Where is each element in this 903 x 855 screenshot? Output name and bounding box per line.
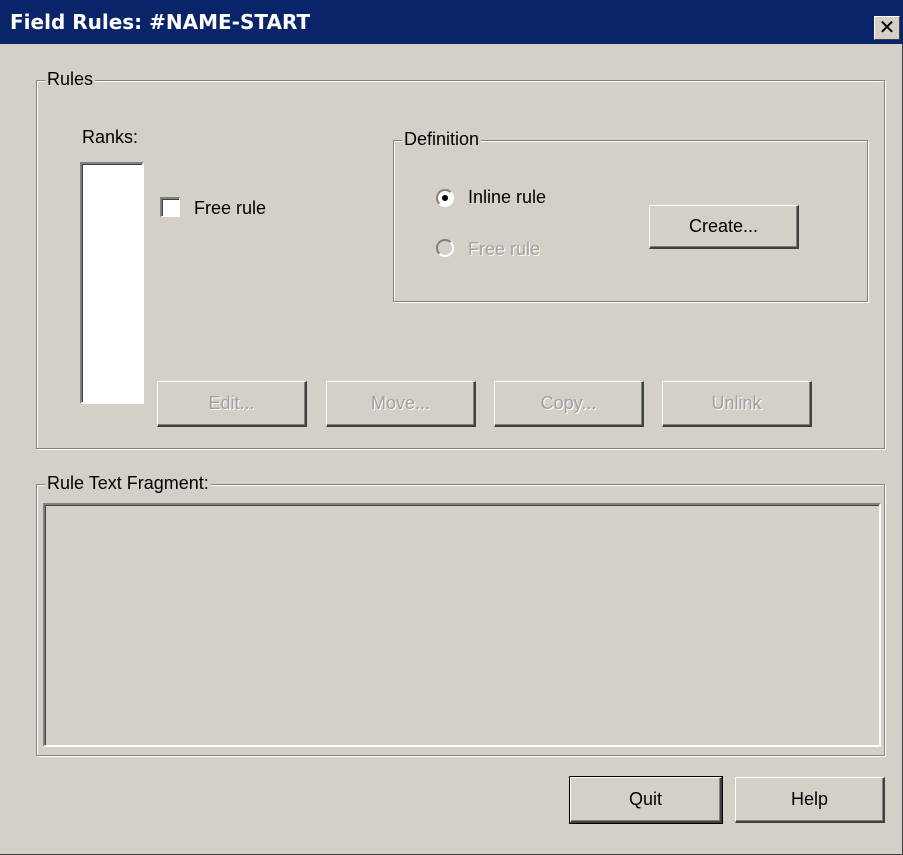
quit-button[interactable]: Quit (569, 776, 723, 824)
edit-button: Edit... (157, 381, 307, 427)
title-bar[interactable]: Field Rules: #NAME-START ✕ (0, 0, 903, 44)
free-rule-radio (436, 239, 454, 257)
close-button[interactable]: ✕ (874, 16, 900, 40)
free-rule-checkbox-label[interactable]: Free rule (194, 198, 266, 219)
window-title: Field Rules: #NAME-START (10, 10, 311, 34)
inline-rule-label[interactable]: Inline rule (468, 187, 546, 208)
inline-rule-radio[interactable] (436, 189, 454, 207)
free-rule-checkbox[interactable] (160, 197, 180, 217)
ranks-label: Ranks: (82, 127, 139, 147)
rule-text-fragment-area[interactable] (43, 503, 881, 747)
copy-button: Copy... (494, 381, 644, 427)
definition-group-label: Definition (402, 129, 482, 150)
close-icon: ✕ (878, 15, 896, 39)
move-button: Move... (326, 381, 476, 427)
field-rules-dialog: Field Rules: #NAME-START ✕ Rules Ranks: … (0, 0, 903, 855)
inline-rule-radio-dot (442, 195, 448, 201)
unlink-button: Unlink (662, 381, 812, 427)
ranks-listbox[interactable] (80, 162, 144, 404)
help-button[interactable]: Help (735, 777, 885, 823)
create-button[interactable]: Create... (649, 205, 799, 249)
rule-text-fragment-label: Rule Text Fragment: (45, 473, 211, 494)
rules-group-label: Rules (45, 69, 96, 90)
free-rule-radio-label: Free rule (468, 239, 541, 259)
